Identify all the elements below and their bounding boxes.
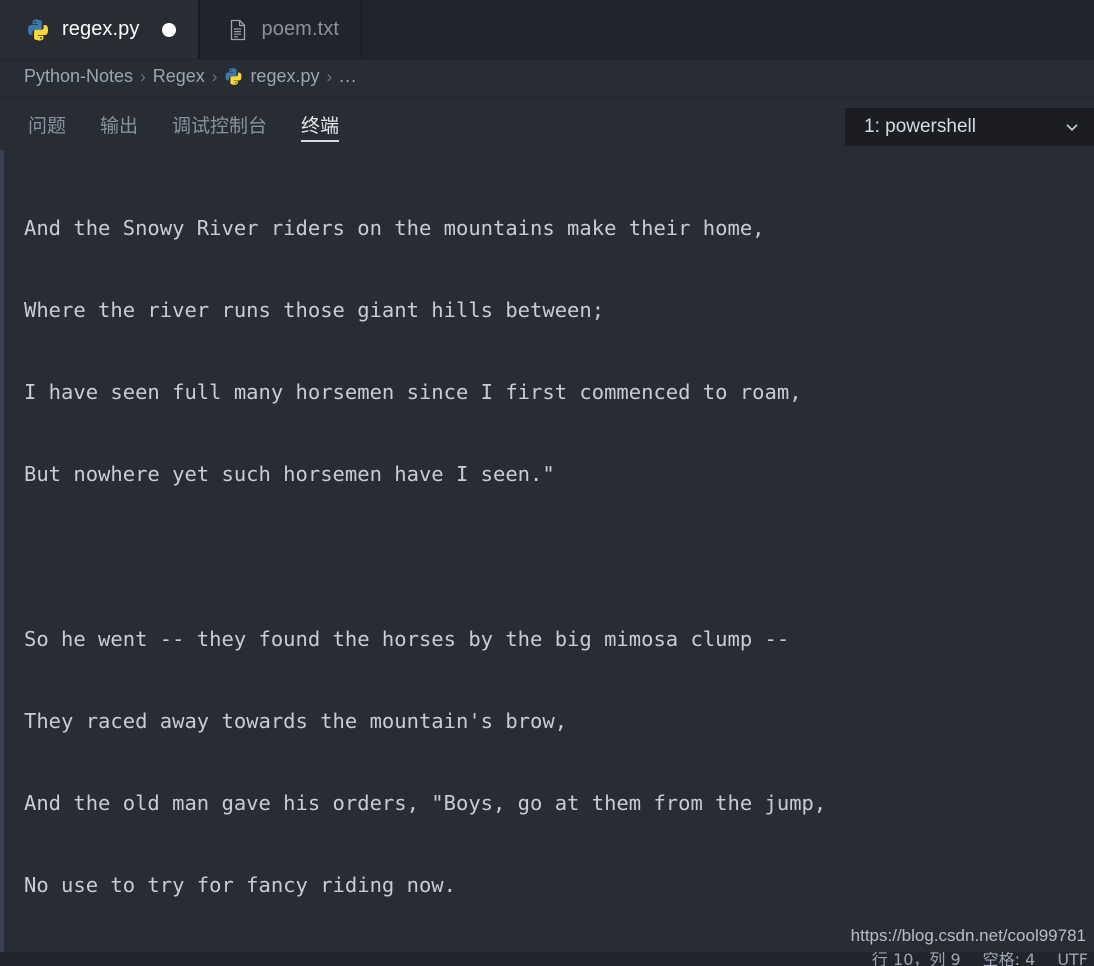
breadcrumb-item-file-regex-py[interactable]: regex.py <box>250 66 319 87</box>
terminal-line: And the old man gave his orders, "Boys, … <box>24 791 827 816</box>
terminal-output[interactable]: And the Snowy River riders on the mounta… <box>0 150 1094 966</box>
terminal-line: But nowhere yet such horsemen have I see… <box>24 462 555 487</box>
breadcrumb-separator: › <box>140 66 146 86</box>
tab-label: regex.py <box>62 18 140 40</box>
panel-tab-debug-console[interactable]: 调试控制台 <box>172 98 267 150</box>
editor-tab-bar: regex.py poem.txt <box>0 0 1094 60</box>
terminal-line: I have seen full many horsemen since I f… <box>24 380 802 405</box>
breadcrumb-item-symbol-ellipsis[interactable]: ... <box>339 66 357 87</box>
breadcrumb-separator: › <box>211 66 218 86</box>
status-indentation[interactable]: 空格: 4 <box>983 952 1036 966</box>
chevron-down-icon <box>1063 118 1081 136</box>
panel-tab-bar: 问题 输出 调试控制台 终端 1: powershell <box>0 98 1094 150</box>
terminal-line: Where the river runs those giant hills b… <box>24 298 605 323</box>
terminal-instance-select[interactable]: 1: powershell <box>845 108 1094 146</box>
status-encoding[interactable]: UTF <box>1057 952 1088 966</box>
python-file-icon <box>26 18 50 42</box>
editor-tab-regex-py[interactable]: regex.py <box>0 0 199 59</box>
editor-tab-poem-txt[interactable]: poem.txt <box>198 0 363 59</box>
terminal-line: So he went -- they found the horses by t… <box>24 626 790 651</box>
bottom-panel: 问题 输出 调试控制台 终端 1: powershell And the Sno… <box>0 97 1094 966</box>
vscode-window: regex.py poem.txt Python-Notes › Regex › <box>0 0 1094 966</box>
panel-tab-output[interactable]: 输出 <box>100 98 138 150</box>
unsaved-indicator-dot[interactable] <box>161 22 176 37</box>
terminal-instance-label: 1: powershell <box>864 116 976 137</box>
breadcrumb: Python-Notes › Regex › regex.py › ... <box>0 60 1094 93</box>
terminal-line: No use to try for fancy riding now. <box>24 873 456 898</box>
panel-tab-problems[interactable]: 问题 <box>28 98 66 150</box>
python-file-icon <box>224 67 243 86</box>
breadcrumb-item-folder-root[interactable]: Python-Notes <box>24 66 133 87</box>
panel-tab-terminal[interactable]: 终端 <box>301 98 340 150</box>
terminal-line: And the Snowy River riders on the mounta… <box>24 215 765 240</box>
breadcrumb-item-folder-regex[interactable]: Regex <box>153 66 205 87</box>
breadcrumb-separator: › <box>326 66 333 86</box>
text-file-icon <box>226 18 250 42</box>
terminal-line: They raced away towards the mountain's b… <box>24 709 568 734</box>
tab-label: poem.txt <box>261 18 340 40</box>
status-line-column[interactable]: 行 10，列 9 <box>872 952 961 966</box>
status-bar: 行 10，列 9 空格: 4 UTF <box>0 952 1094 966</box>
